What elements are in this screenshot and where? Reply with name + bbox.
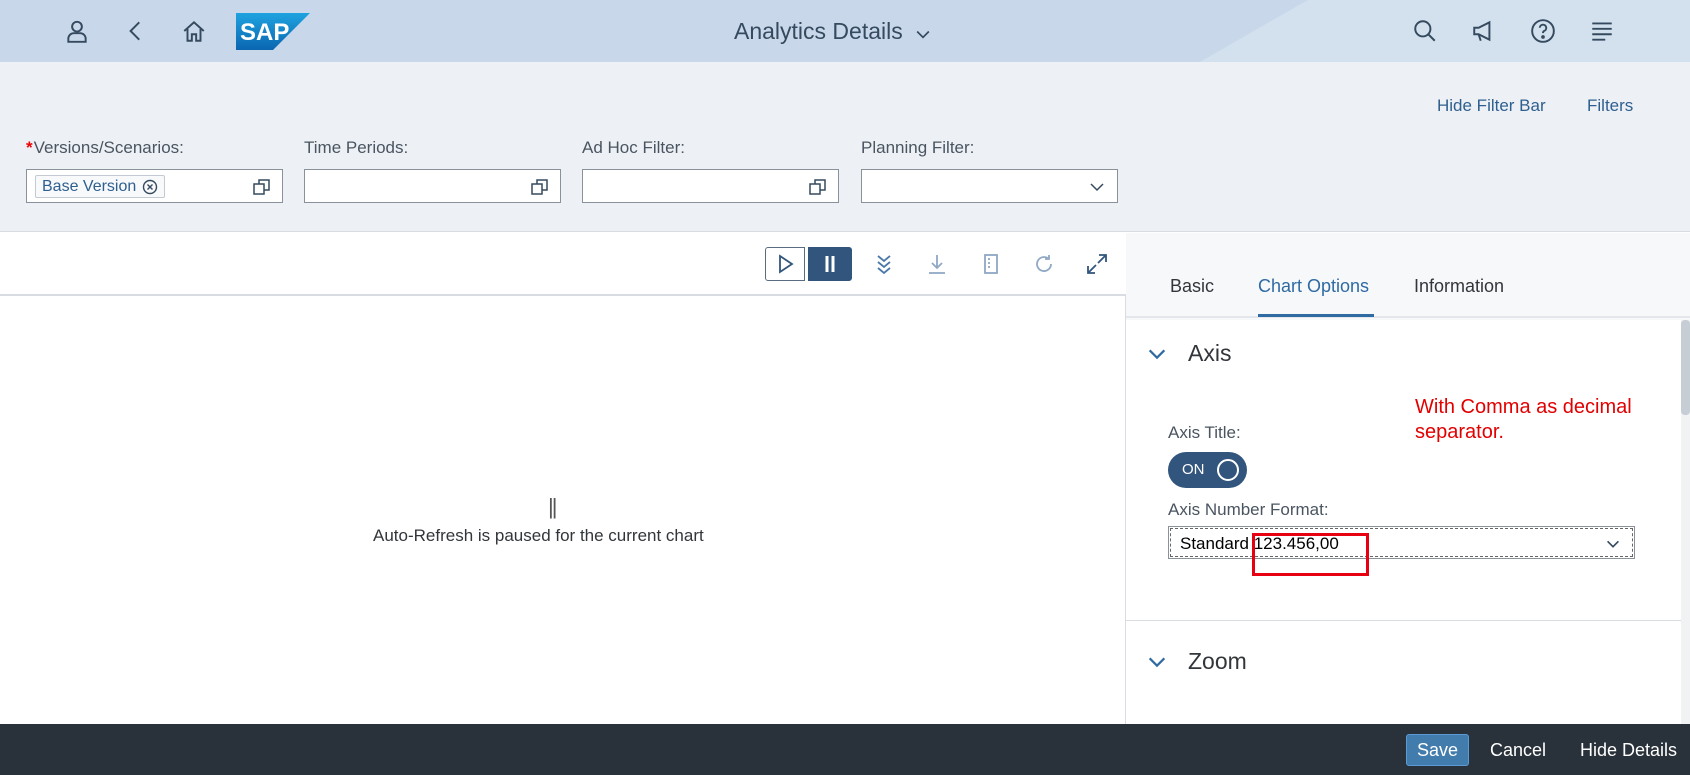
axis-number-format-select[interactable]: Standard 123.456,00 [1168, 526, 1635, 559]
value-help-icon[interactable] [808, 177, 828, 197]
back-icon[interactable] [119, 14, 153, 48]
cancel-button[interactable]: Cancel [1480, 734, 1556, 766]
menu-icon[interactable] [1585, 14, 1619, 48]
app-title[interactable]: Analytics Details [734, 18, 933, 45]
settings-list-button[interactable] [971, 247, 1011, 281]
chevron-down-icon [1148, 349, 1166, 359]
tab-chart-options[interactable]: Chart Options [1258, 276, 1369, 297]
hide-details-button[interactable]: Hide Details [1570, 734, 1687, 766]
time-periods-label: Time Periods: [304, 138, 409, 157]
section-divider [1126, 620, 1681, 621]
toggle-on-text: ON [1182, 461, 1205, 478]
time-periods-input[interactable] [304, 169, 561, 203]
planning-filter-select[interactable] [861, 169, 1118, 203]
hide-filter-bar-link[interactable]: Hide Filter Bar [1437, 96, 1546, 116]
tab-information[interactable]: Information [1414, 276, 1504, 297]
token-remove-icon[interactable] [142, 179, 158, 195]
axis-number-format-value: Standard 123.456,00 [1180, 534, 1339, 553]
value-help-icon[interactable] [530, 177, 550, 197]
filters-link[interactable]: Filters [1587, 96, 1633, 116]
chevron-down-icon[interactable] [1087, 177, 1107, 197]
axis-title-toggle[interactable]: ON [1168, 452, 1247, 488]
versions-label-text: Versions/Scenarios: [33, 138, 184, 157]
zoom-section-title: Zoom [1188, 648, 1247, 674]
required-marker: * [26, 138, 33, 157]
annotation-note: With Comma as decimal separator. [1415, 396, 1632, 443]
shell-header: SAP Analytics Details [0, 0, 1690, 62]
refresh-button[interactable] [1024, 247, 1064, 281]
ad-hoc-filter-input[interactable] [582, 169, 839, 203]
paused-indicator: || [548, 494, 558, 519]
planning-filter-label: Planning Filter: [861, 138, 975, 157]
search-icon[interactable] [1408, 14, 1442, 48]
scroll-thumb[interactable] [1681, 320, 1690, 415]
fullscreen-button[interactable] [1077, 247, 1117, 281]
double-chevron-down-icon [877, 255, 891, 275]
sap-logo-text: SAP [240, 19, 289, 46]
play-icon [779, 254, 794, 274]
pause-icon [825, 256, 835, 272]
details-panel: Basic Chart Options Information Axis Wit… [1126, 233, 1690, 724]
details-scrollbar[interactable] [1681, 320, 1690, 724]
save-button[interactable]: Save [1406, 734, 1470, 766]
active-tab-indicator [1258, 314, 1374, 317]
chart-toolbar [0, 233, 1126, 296]
axis-title-label: Axis Title: [1168, 423, 1241, 442]
fullscreen-icon [1087, 254, 1107, 274]
axis-section-title: Axis [1188, 340, 1232, 366]
details-tabs: Basic Chart Options Information [1126, 233, 1690, 318]
pause-button[interactable] [808, 247, 852, 281]
footer-bar: Save Cancel Hide Details [0, 724, 1690, 775]
chevron-down-icon [916, 30, 930, 39]
value-help-icon[interactable] [252, 177, 272, 197]
play-button[interactable] [765, 247, 805, 281]
refresh-icon [1036, 255, 1052, 272]
chart-options-content: Axis With Comma as decimal separator. Ax… [1126, 320, 1681, 724]
toggle-knob [1217, 459, 1239, 481]
ad-hoc-filter-label: Ad Hoc Filter: [582, 138, 685, 157]
base-version-token[interactable]: Base Version [35, 175, 166, 198]
axis-section-header[interactable]: Axis [1146, 340, 1231, 367]
zoom-section-header[interactable]: Zoom [1146, 648, 1247, 675]
download-icon [929, 255, 945, 274]
axis-number-format-label: Axis Number Format: [1168, 500, 1329, 519]
paused-message: Auto-Refresh is paused for the current c… [373, 526, 704, 545]
download-button[interactable] [917, 247, 957, 281]
chevron-down-icon [1607, 540, 1619, 548]
help-icon[interactable] [1526, 14, 1560, 48]
expand-all-button[interactable] [864, 247, 904, 281]
token-text: Base Version [42, 177, 137, 195]
home-icon[interactable] [177, 14, 211, 48]
user-icon[interactable] [60, 14, 94, 48]
sap-logo[interactable]: SAP [236, 13, 310, 50]
versions-input[interactable]: Base Version [26, 169, 283, 203]
tab-basic[interactable]: Basic [1170, 276, 1214, 297]
list-settings-icon [984, 254, 998, 274]
filter-bar: Hide Filter Bar Filters *Versions/Scenar… [0, 62, 1690, 232]
versions-label: *Versions/Scenarios: [26, 138, 184, 158]
app-title-text: Analytics Details [734, 18, 903, 44]
chevron-down-icon [1148, 657, 1166, 667]
notification-icon[interactable] [1467, 14, 1501, 48]
chart-area: || Auto-Refresh is paused for the curren… [0, 296, 1126, 724]
